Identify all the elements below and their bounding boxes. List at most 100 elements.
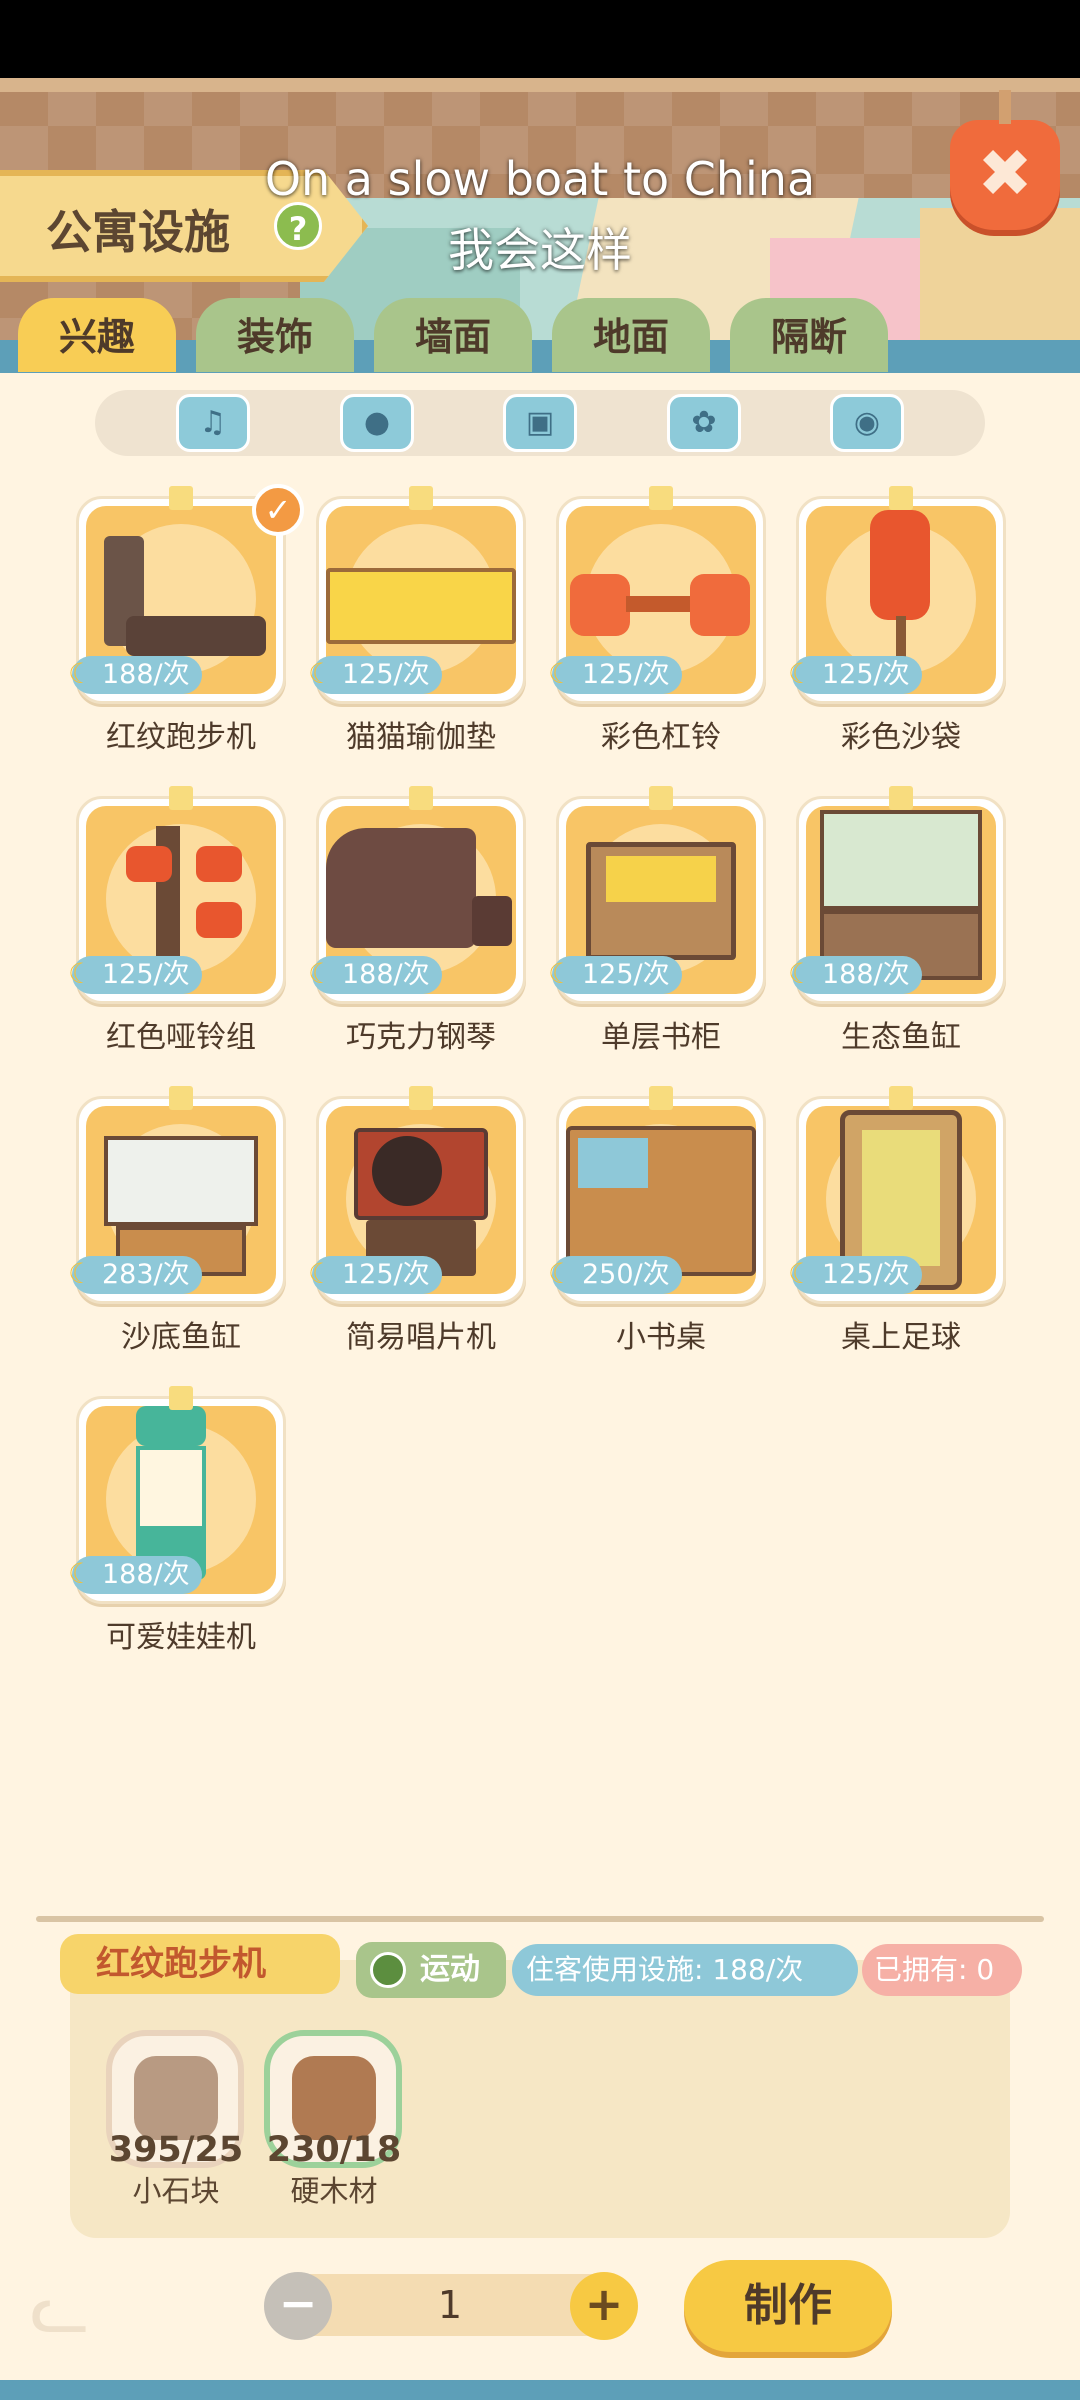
increase-button[interactable]: + (570, 2272, 638, 2340)
item-card-yoga-mat[interactable]: 125/次 ☾ 猫猫瑜伽垫 (308, 486, 532, 758)
item-card-foosball[interactable]: 125/次 ☾ 桌上足球 (788, 1086, 1012, 1358)
tab-interest[interactable]: 兴趣 (18, 298, 176, 372)
item-name: 红纹跑步机 (106, 720, 256, 755)
stone-icon (134, 2056, 218, 2140)
tape-decor (169, 786, 193, 810)
cat-decoration-icon: ᓚ (30, 2267, 90, 2349)
app-root: 公寓设施 ? On a slow boat to China 我会这样 ✖ 兴趣… (0, 0, 1080, 2400)
item-name: 生态鱼缸 (841, 1020, 961, 1055)
barbell-shape (690, 574, 750, 636)
dumbbell-shape (126, 846, 172, 882)
item-name: 桌上足球 (841, 1320, 961, 1355)
banana-icon: ☾ (308, 1257, 334, 1290)
banana-icon: ☾ (68, 657, 94, 690)
barbell-shape (570, 574, 630, 636)
item-card-record-player[interactable]: 125/次 ☾ 简易唱片机 (308, 1086, 532, 1358)
gamepad-icon[interactable]: ◉ (830, 394, 904, 452)
piano-stool-shape (472, 896, 512, 946)
banana-icon: ☾ (68, 1557, 94, 1590)
item-name: 猫猫瑜伽垫 (346, 720, 496, 755)
category-label: 运动 (420, 1952, 480, 1987)
item-name: 单层书柜 (601, 1020, 721, 1055)
flower-icon[interactable]: ✿ (667, 394, 741, 452)
panel-divider (36, 1916, 1044, 1922)
books-shape (578, 1138, 648, 1188)
banana-icon: ☾ (308, 957, 334, 990)
tape-decor (409, 1086, 433, 1110)
tape-decor (889, 486, 913, 510)
tennis-ball-icon (370, 1952, 406, 1988)
treadmill-shape (126, 616, 266, 656)
banana-icon: ☾ (548, 957, 574, 990)
item-name: 彩色杠铃 (601, 720, 721, 755)
decrease-button[interactable]: − (264, 2272, 332, 2340)
wood-icon (292, 2056, 376, 2140)
tape-decor (409, 486, 433, 510)
item-card-piano[interactable]: 188/次 ☾ 巧克力钢琴 (308, 786, 532, 1058)
item-card-claw-machine[interactable]: 188/次 ☾ 可爱娃娃机 (68, 1386, 292, 1658)
selected-check-icon: ✓ (252, 484, 304, 536)
item-card-punching-bag[interactable]: 125/次 ☾ 彩色沙袋 (788, 486, 1012, 758)
tape-decor (889, 1086, 913, 1110)
lyric-line-1: On a slow boat to China (264, 152, 816, 206)
tab-wall[interactable]: 墙面 (374, 298, 532, 372)
tape-decor (409, 786, 433, 810)
banana-icon: ☾ (548, 657, 574, 690)
punching-bag-shape (870, 510, 930, 620)
tape-decor (649, 1086, 673, 1110)
usage-info: 住客使用设施: 188/次 (512, 1944, 858, 1996)
dumbbell-shape (196, 846, 242, 882)
music-icon[interactable]: ♫ (176, 394, 250, 452)
material-name: 硬木材 (290, 2174, 378, 2208)
item-name: 巧克力钢琴 (346, 1020, 496, 1055)
close-button[interactable]: ✖ (950, 90, 1060, 230)
tape-decor (169, 1386, 193, 1410)
tab-floor[interactable]: 地面 (552, 298, 710, 372)
item-card-bookshelf[interactable]: 125/次 ☾ 单层书柜 (548, 786, 772, 1058)
page-title: 公寓设施 (46, 205, 230, 259)
aquarium-tank-shape (820, 810, 982, 910)
curtain-shape (606, 856, 716, 902)
yoga-mat-shape (326, 568, 516, 644)
banana-icon: ☾ (68, 957, 94, 990)
tab-decoration[interactable]: 装饰 (196, 298, 354, 372)
make-button[interactable]: 制作 (684, 2260, 892, 2352)
item-card-barbell[interactable]: 125/次 ☾ 彩色杠铃 (548, 486, 772, 758)
aquarium-tank-shape (104, 1136, 258, 1226)
item-name: 可爱娃娃机 (106, 1620, 256, 1655)
claw-machine-glass-shape (136, 1446, 206, 1530)
dumbbell-shape (196, 902, 242, 938)
item-name: 小书桌 (616, 1320, 706, 1355)
tape-decor (649, 786, 673, 810)
material-count: 395/25 (108, 2130, 244, 2170)
lyric-line-2: 我会这样 (448, 223, 632, 277)
claw-machine-top-shape (136, 1406, 206, 1446)
item-name: 沙底鱼缸 (121, 1320, 241, 1355)
tab-partition[interactable]: 隔断 (730, 298, 888, 372)
tape-decor (649, 486, 673, 510)
barbell-shape (626, 596, 696, 612)
vinyl-record-shape (372, 1136, 442, 1206)
item-card-dumbbell-set[interactable]: 125/次 ☾ 红色哑铃组 (68, 786, 292, 1058)
item-name: 红色哑铃组 (106, 1020, 256, 1055)
banana-icon: ☾ (788, 657, 814, 690)
item-card-small-desk[interactable]: 250/次 ☾ 小书桌 (548, 1086, 772, 1358)
banana-icon: ☾ (308, 657, 334, 690)
tape-decor (889, 786, 913, 810)
piano-shape (326, 828, 476, 948)
bottom-wave-strip (0, 2380, 1080, 2400)
tape-decor (169, 486, 193, 510)
tape-decor (169, 1086, 193, 1110)
ball-icon[interactable]: ● (340, 394, 414, 452)
item-card-treadmill[interactable]: ✓ 188/次 ☾ 红纹跑步机 (68, 484, 304, 758)
banana-icon: ☾ (788, 1257, 814, 1290)
category-tag: 运动 (356, 1942, 506, 1998)
item-card-sand-aquarium[interactable]: 283/次 ☾ 沙底鱼缸 (68, 1086, 292, 1358)
disk-icon[interactable]: ▣ (503, 394, 577, 452)
selected-item-name: 红纹跑步机 (60, 1934, 340, 1994)
material-count: 230/18 (266, 2130, 402, 2170)
owned-count: 已拥有: 0 (862, 1944, 1022, 1996)
banana-icon: ☾ (788, 957, 814, 990)
close-icon: ✖ (977, 135, 1033, 212)
item-card-eco-aquarium[interactable]: 188/次 ☾ 生态鱼缸 (788, 786, 1012, 1058)
